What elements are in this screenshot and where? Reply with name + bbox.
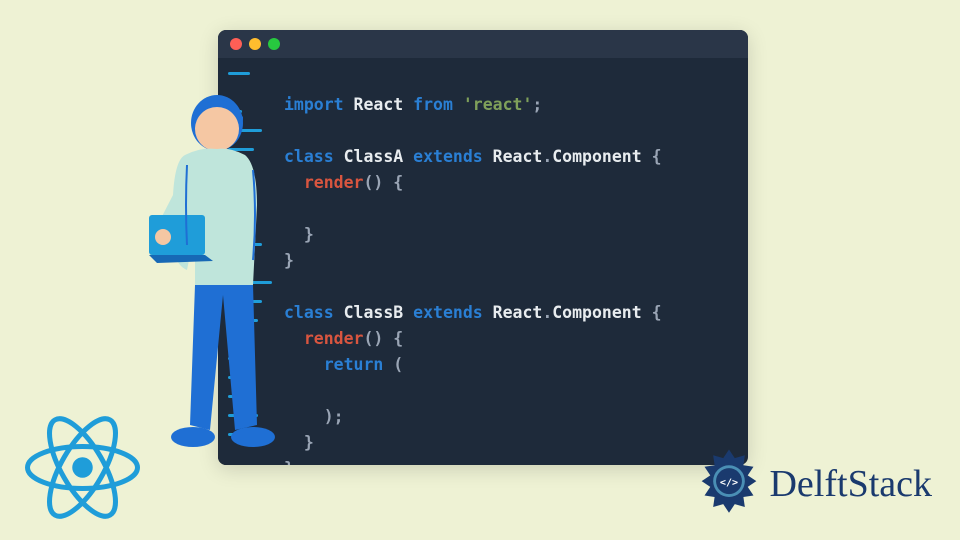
minimize-icon[interactable] [249,38,261,50]
react-logo-icon [25,415,140,520]
minimap-line [218,64,278,83]
code-line: import React from 'react'; [284,95,542,114]
developer-illustration [135,85,315,485]
code-line: class ClassA extends React.Component { [284,147,662,166]
delftstack-brand: </> DelftStack [693,448,932,520]
code-line: class ClassB extends React.Component { [284,303,662,322]
svg-text:</>: </> [720,477,738,488]
maximize-icon[interactable] [268,38,280,50]
close-icon[interactable] [230,38,242,50]
delftstack-logo-icon: </> [693,448,765,520]
code-area: import React from 'react'; class ClassA … [280,58,748,465]
brand-text: DelftStack [769,462,932,506]
window-titlebar [218,30,748,58]
